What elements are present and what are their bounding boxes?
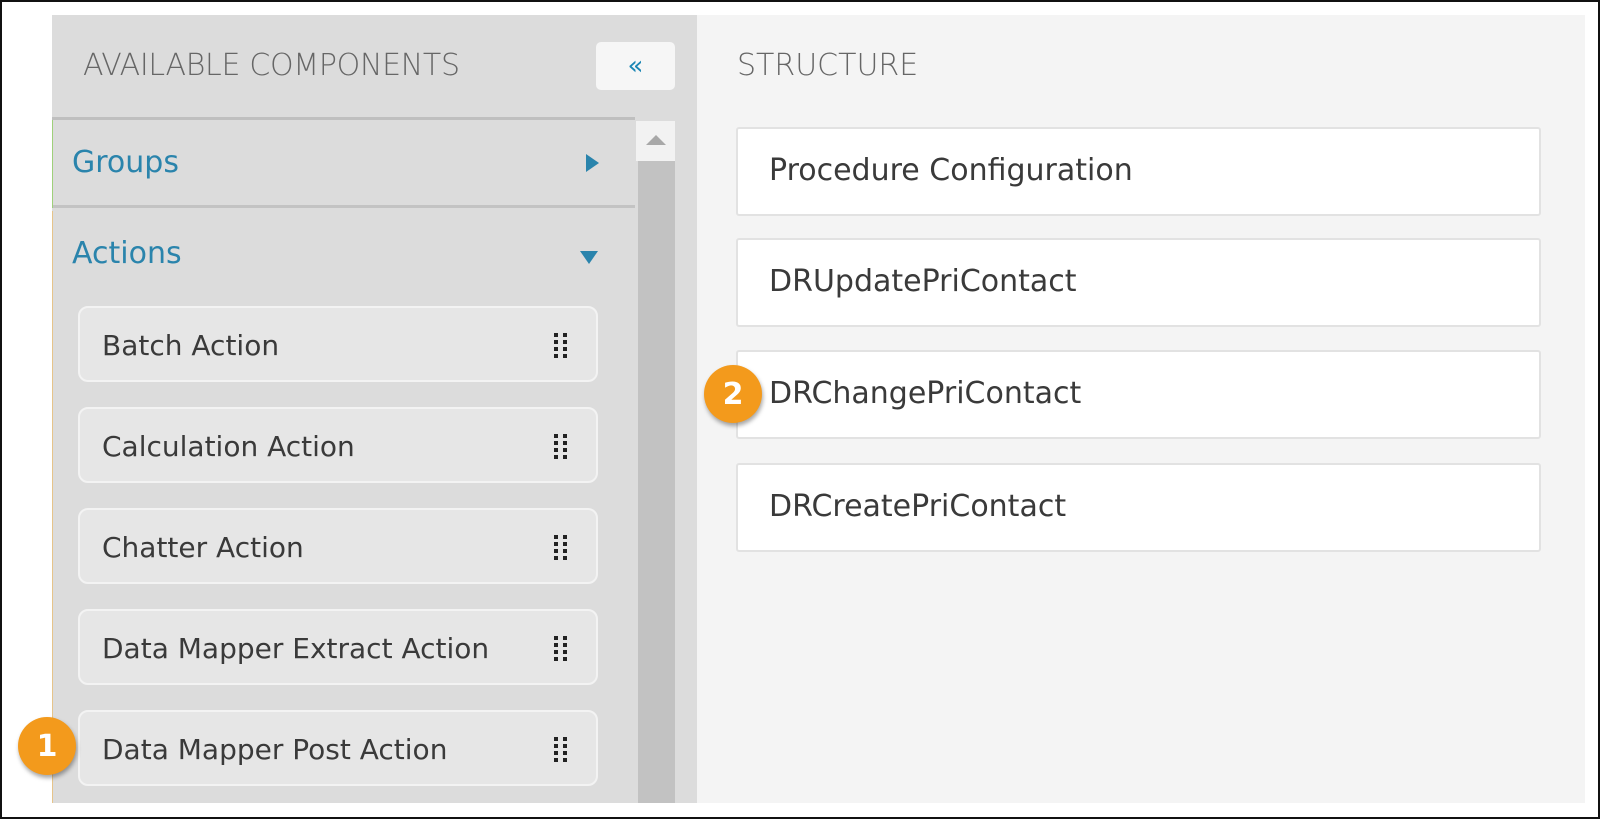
item-label: Batch Action: [102, 329, 280, 362]
arrow-up-icon: [646, 135, 666, 145]
component-item-batch-action[interactable]: Batch Action: [78, 306, 598, 382]
structure-card-procedure-configuration[interactable]: Procedure Configuration: [736, 127, 1541, 216]
drag-handle-icon[interactable]: [554, 535, 568, 561]
callout-badge-1: 1: [18, 717, 76, 775]
group-actions: Actions Batch Action Calculation Action …: [52, 211, 635, 803]
drag-handle-icon[interactable]: [554, 737, 568, 763]
components-list: Groups Actions Batch Action Calculation …: [52, 120, 635, 803]
group-label[interactable]: Actions: [72, 236, 182, 271]
card-label: DRChangePriContact: [769, 376, 1082, 411]
scroll-up-button[interactable]: [636, 121, 675, 161]
collapse-panel-button[interactable]: «: [596, 42, 675, 90]
drag-handle-icon[interactable]: [554, 333, 568, 359]
card-label: DRCreatePriContact: [769, 489, 1067, 524]
available-components-panel: AVAILABLE COMPONENTS « Groups Actions Ba…: [52, 15, 697, 803]
drag-handle-icon[interactable]: [554, 434, 568, 460]
divider: [53, 205, 635, 208]
scrollbar[interactable]: [636, 121, 675, 803]
structure-panel: STRUCTURE Procedure Configuration DRUpda…: [697, 15, 1585, 803]
drag-handle-icon[interactable]: [554, 636, 568, 662]
item-label: Data Mapper Post Action: [102, 733, 448, 766]
structure-card-drcreatepricontact[interactable]: DRCreatePriContact: [736, 463, 1541, 552]
group-groups[interactable]: Groups: [52, 120, 635, 208]
item-label: Chatter Action: [102, 531, 304, 564]
callout-badge-2: 2: [704, 365, 762, 423]
scroll-thumb[interactable]: [638, 161, 675, 803]
item-label: Data Mapper Extract Action: [102, 632, 490, 665]
panel-title: STRUCTURE: [737, 48, 919, 83]
item-label: Calculation Action: [102, 430, 355, 463]
double-chevron-left-icon: «: [627, 51, 644, 81]
panel-title: AVAILABLE COMPONENTS: [83, 48, 460, 83]
component-item-data-mapper-post-action[interactable]: Data Mapper Post Action: [78, 710, 598, 786]
card-label: Procedure Configuration: [769, 153, 1133, 188]
component-item-calculation-action[interactable]: Calculation Action: [78, 407, 598, 483]
card-label: DRUpdatePriContact: [769, 264, 1077, 299]
structure-card-drupdatepricontact[interactable]: DRUpdatePriContact: [736, 238, 1541, 327]
caret-right-icon: [586, 154, 599, 172]
component-item-chatter-action[interactable]: Chatter Action: [78, 508, 598, 584]
group-label: Groups: [72, 145, 179, 180]
component-item-data-mapper-extract-action[interactable]: Data Mapper Extract Action: [78, 609, 598, 685]
caret-down-icon[interactable]: [580, 251, 598, 264]
structure-card-drchangepricontact[interactable]: DRChangePriContact: [736, 350, 1541, 439]
